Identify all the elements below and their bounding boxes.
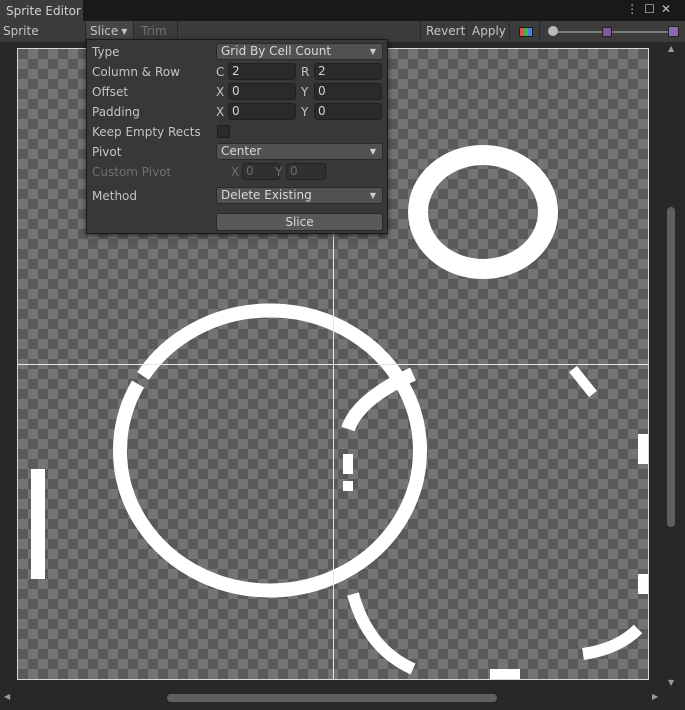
- offset-x-field[interactable]: 0: [228, 83, 296, 100]
- sprite-ring-small: [408, 145, 558, 279]
- offset-y-field[interactable]: 0: [314, 83, 382, 100]
- scroll-down-icon[interactable]: ▼: [668, 678, 674, 687]
- mip-slider-track: [612, 31, 670, 33]
- type-dropdown-value: Grid By Cell Count: [221, 44, 332, 58]
- sprite-fragment: [638, 434, 648, 464]
- type-dropdown[interactable]: Grid By Cell Count ▼: [216, 43, 383, 60]
- rgb-channels-icon: [519, 27, 533, 37]
- zoom-slider-track: [553, 31, 603, 33]
- window-tab-bar: Sprite Editor ⋮☐✕: [0, 0, 685, 21]
- mode-dropdown[interactable]: Sprite Editor▼: [0, 21, 86, 59]
- padding-y-field[interactable]: 0: [314, 103, 382, 120]
- custom-pivot-label: Custom Pivot: [92, 165, 172, 179]
- method-dropdown[interactable]: Delete Existing ▼: [216, 187, 383, 204]
- offset-y-value: 0: [318, 84, 326, 98]
- mipmap-large-icon: [668, 26, 679, 37]
- sprite-fragment: [343, 454, 353, 474]
- scroll-up-icon[interactable]: ▲: [668, 44, 674, 53]
- slice-dropdown-label: Slice: [90, 24, 119, 38]
- chevron-down-icon: ▼: [121, 27, 128, 36]
- apply-button-label: Apply: [472, 24, 506, 38]
- padding-x-axis-label: X: [216, 105, 225, 119]
- revert-button[interactable]: Revert: [420, 21, 467, 42]
- apply-button[interactable]: Apply: [467, 21, 510, 42]
- column-row-label: Column & Row: [92, 65, 180, 79]
- pivot-dropdown-value: Center: [221, 144, 262, 158]
- row-count-value: 2: [318, 64, 326, 78]
- custom-pivot-x-axis-label: X: [231, 165, 240, 179]
- custom-pivot-x-value: 0: [246, 164, 254, 178]
- custom-pivot-y-axis-label: Y: [275, 165, 283, 179]
- scroll-right-icon[interactable]: ▶: [652, 692, 658, 701]
- column-count-field[interactable]: 2: [228, 63, 296, 80]
- slice-grid-line-horizontal: [18, 364, 648, 365]
- horizontal-scroll-thumb[interactable]: [167, 694, 497, 702]
- padding-x-field[interactable]: 0: [228, 103, 296, 120]
- sprite-fragment: [569, 365, 597, 398]
- window-controls: ⋮☐✕: [626, 2, 677, 16]
- method-label: Method: [92, 189, 138, 203]
- pivot-label: Pivot: [92, 145, 122, 159]
- tab-sprite-editor[interactable]: Sprite Editor: [0, 0, 83, 21]
- padding-y-axis-label: Y: [301, 105, 309, 119]
- slice-popup: Type Grid By Cell Count ▼ Column & Row C…: [86, 39, 388, 234]
- sprite-ring-large: [113, 303, 427, 598]
- slice-button-label: Slice: [285, 215, 314, 229]
- maximize-icon[interactable]: ☐: [644, 2, 661, 16]
- horizontal-scrollbar[interactable]: ◀ ▶: [0, 692, 685, 706]
- padding-label: Padding: [92, 105, 140, 119]
- column-axis-label: C: [216, 65, 225, 79]
- trim-button-label: Trim: [141, 24, 167, 38]
- sprite-fragment: [343, 481, 353, 491]
- offset-y-axis-label: Y: [301, 85, 309, 99]
- chevron-down-icon: ▼: [369, 147, 376, 156]
- pivot-dropdown[interactable]: Center ▼: [216, 143, 383, 160]
- scroll-left-icon[interactable]: ◀: [4, 692, 10, 701]
- sprite-fragment: [490, 669, 520, 679]
- more-options-icon[interactable]: ⋮: [626, 2, 644, 16]
- keep-empty-rects-checkbox[interactable]: [217, 125, 230, 138]
- chevron-down-icon: ▼: [369, 191, 376, 200]
- padding-y-value: 0: [318, 104, 326, 118]
- close-icon[interactable]: ✕: [661, 2, 677, 16]
- offset-x-value: 0: [232, 84, 240, 98]
- row-count-field[interactable]: 2: [314, 63, 382, 80]
- keep-empty-rects-label: Keep Empty Rects: [92, 125, 201, 139]
- channel-toggle-button[interactable]: [510, 21, 540, 42]
- type-label: Type: [92, 45, 120, 59]
- padding-x-value: 0: [232, 104, 240, 118]
- mipmap-small-icon: [602, 27, 612, 37]
- revert-button-label: Revert: [426, 24, 466, 38]
- row-axis-label: R: [301, 65, 310, 79]
- chevron-down-icon: ▼: [369, 47, 376, 56]
- vertical-scrollbar[interactable]: ▲ ▼: [666, 42, 678, 692]
- zoom-slider-knob[interactable]: [548, 26, 558, 36]
- sprite-ring-partial-bottom: [347, 592, 416, 675]
- vertical-scroll-thumb[interactable]: [667, 207, 675, 527]
- custom-pivot-y-field[interactable]: 0: [286, 163, 326, 180]
- slice-button[interactable]: Slice: [216, 213, 383, 231]
- sprite-ring-partial-right: [582, 624, 643, 660]
- offset-label: Offset: [92, 85, 129, 99]
- column-count-value: 2: [232, 64, 240, 78]
- custom-pivot-y-value: 0: [290, 164, 298, 178]
- tab-title: Sprite Editor: [6, 4, 81, 18]
- sprite-fragment: [638, 574, 648, 594]
- method-dropdown-value: Delete Existing: [221, 188, 312, 202]
- offset-x-axis-label: X: [216, 85, 225, 99]
